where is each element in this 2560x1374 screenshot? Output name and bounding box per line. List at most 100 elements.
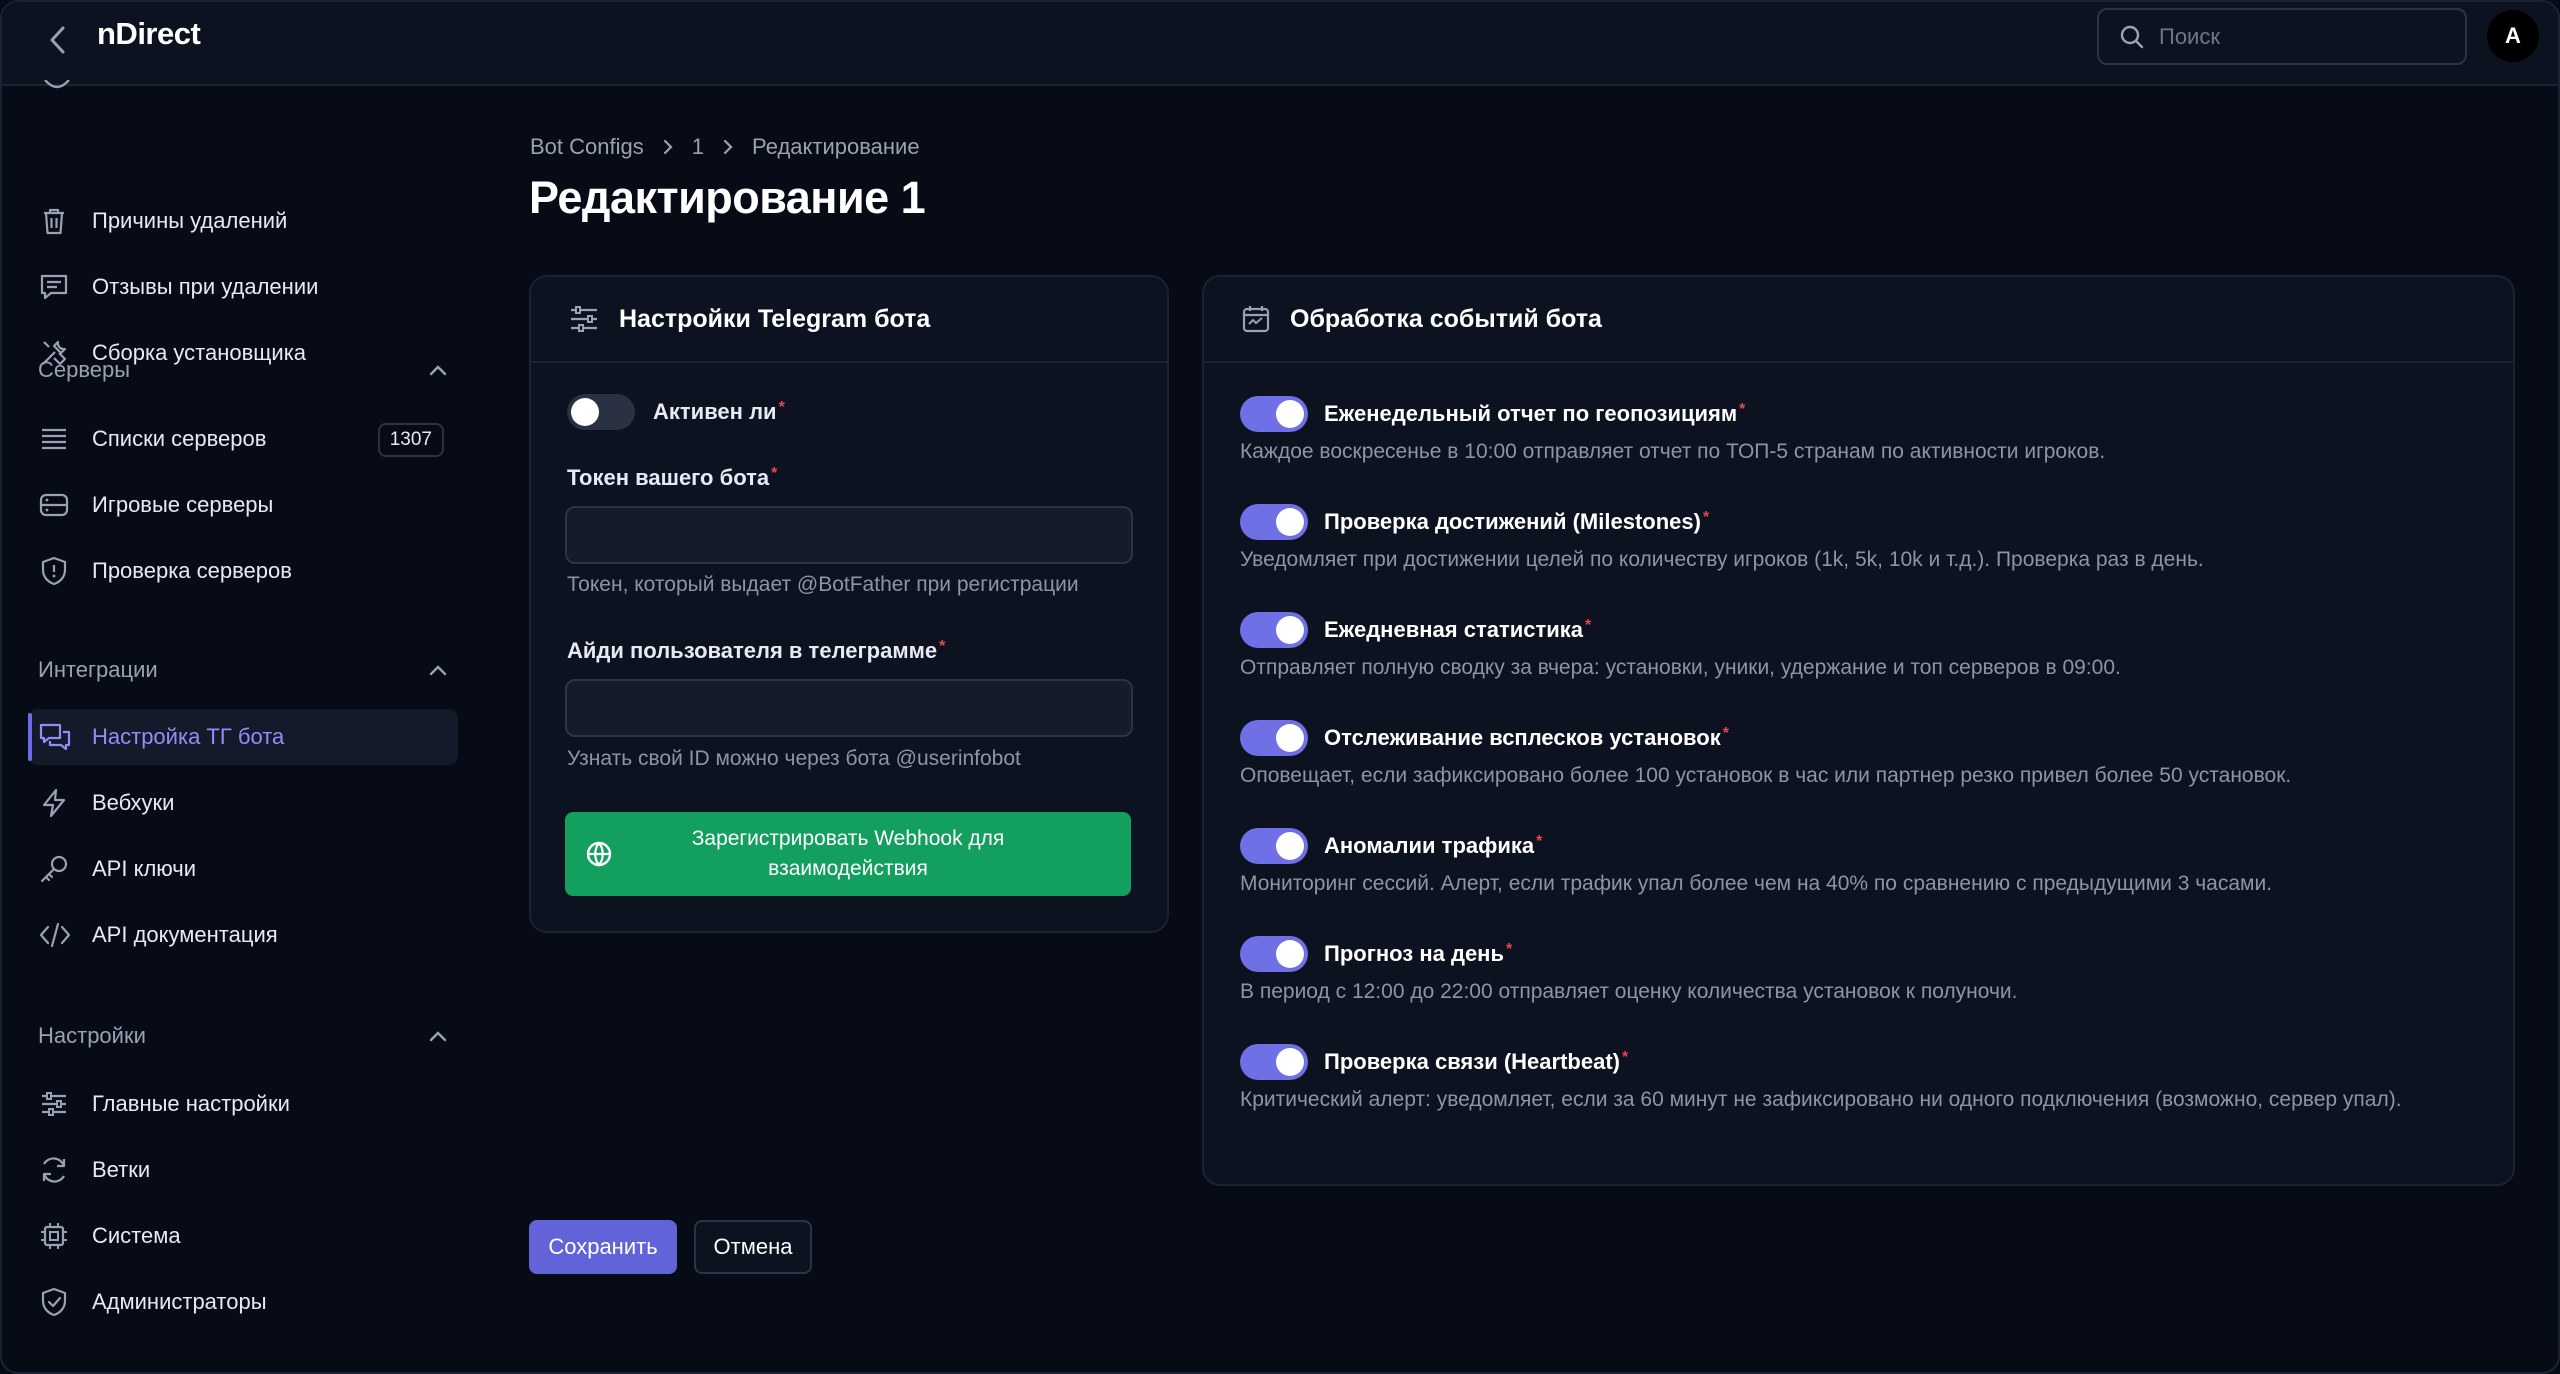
- event-title-text: Проверка достижений (Milestones): [1324, 509, 1701, 534]
- sidebar-item-system[interactable]: Система: [28, 1208, 458, 1264]
- sidebar-item-webhooks[interactable]: Вебхуки: [28, 775, 458, 831]
- sidebar-group-integrations[interactable]: Интеграции: [38, 650, 448, 690]
- sidebar-item-server-lists[interactable]: Списки серверов 1307: [28, 411, 458, 467]
- token-label-text: Токен вашего бота: [567, 465, 770, 490]
- key-icon: [28, 853, 82, 885]
- event-item-daily-forecast: Прогноз на день * В период с 12:00 до 22:…: [1240, 934, 2450, 1006]
- event-title: Аномалии трафика *: [1324, 833, 1542, 859]
- sidebar-item-admins[interactable]: Администраторы: [28, 1274, 458, 1330]
- toggle-knob: [1276, 400, 1304, 428]
- avatar[interactable]: A: [2487, 10, 2539, 62]
- chevron-right-icon: [722, 138, 734, 156]
- sidebar-item-api-docs[interactable]: API документация: [28, 907, 458, 963]
- user-id-label: Айди пользователя в телеграмме *: [567, 638, 945, 664]
- back-button[interactable]: [38, 20, 78, 60]
- required-mark: *: [1506, 941, 1513, 958]
- event-description: Каждое воскресенье в 10:00 отправляет от…: [1240, 440, 2106, 463]
- event-toggle[interactable]: [1240, 720, 1308, 756]
- sidebar-group-servers[interactable]: Серверы: [38, 350, 448, 390]
- card-header: Настройки Telegram бота: [531, 277, 1167, 363]
- event-toggle[interactable]: [1240, 396, 1308, 432]
- event-toggle[interactable]: [1240, 504, 1308, 540]
- token-hint: Токен, который выдает @BotFather при рег…: [567, 573, 1079, 596]
- sidebar-item-deletion-reasons[interactable]: Причины удалений: [28, 193, 458, 249]
- sidebar-item-label: Ветки: [92, 1157, 151, 1182]
- event-toggle[interactable]: [1240, 936, 1308, 972]
- search-box[interactable]: [2097, 8, 2467, 65]
- token-field[interactable]: [565, 506, 1133, 564]
- sidebar-group-label: Интеграции: [38, 657, 158, 682]
- sidebar-item-label: Причины удалений: [92, 208, 288, 233]
- required-mark: *: [939, 638, 946, 655]
- event-title: Прогноз на день *: [1324, 941, 1512, 967]
- search-icon: [2120, 25, 2144, 48]
- user-id-hint: Узнать свой ID можно через бота @userinf…: [567, 747, 1021, 770]
- sidebar-item-branches[interactable]: Ветки: [28, 1142, 458, 1198]
- code-icon: [28, 919, 82, 951]
- toggle-knob: [1276, 1048, 1304, 1076]
- event-toggle[interactable]: [1240, 828, 1308, 864]
- toggle-knob: [1276, 724, 1304, 752]
- sidebar-group-label: Настройки: [38, 1023, 146, 1048]
- sliders-icon: [28, 1088, 82, 1120]
- trash-icon: [28, 205, 82, 237]
- required-mark: *: [1739, 401, 1746, 418]
- event-item-heartbeat: Проверка связи (Heartbeat) * Критический …: [1240, 1042, 2450, 1114]
- sidebar-item-label: Списки серверов: [92, 426, 267, 451]
- breadcrumb-current: Редактирование: [751, 134, 920, 159]
- event-item-install-spikes: Отслеживание всплесков установок * Оповещ…: [1240, 718, 2450, 790]
- sidebar: Причины удалений Отзывы при удалении Сбо…: [2, 80, 472, 1372]
- event-title-text: Еженедельный отчет по геопозициям: [1324, 401, 1738, 426]
- chevron-up-icon: [429, 1031, 447, 1042]
- telegram-settings-card: Настройки Telegram бота Активен ли * Токе…: [529, 275, 1169, 933]
- search-input[interactable]: [2159, 23, 2439, 50]
- event-description: Критический алерт: уведомляет, если за 6…: [1240, 1088, 2402, 1111]
- required-mark: *: [1702, 509, 1710, 526]
- sidebar-item-server-check[interactable]: Проверка серверов: [28, 543, 458, 599]
- register-webhook-button[interactable]: Зарегистрировать Webhook для взаимодейст…: [565, 812, 1131, 896]
- toggle-knob: [1276, 616, 1304, 644]
- cpu-icon: [28, 1220, 82, 1252]
- sidebar-item-label: API документация: [92, 922, 278, 947]
- toggle-knob: [1276, 508, 1304, 536]
- event-title: Еженедельный отчет по геопозициям *: [1324, 401, 1745, 427]
- sidebar-item-label: Отзывы при удалении: [92, 274, 319, 299]
- event-title-text: Аномалии трафика: [1324, 833, 1535, 858]
- breadcrumb-link[interactable]: Bot Configs: [530, 134, 644, 160]
- list-icon: [28, 423, 82, 455]
- event-item-milestones: Проверка достижений (Milestones) * Уведом…: [1240, 502, 2450, 574]
- sidebar-item-label: Игровые серверы: [92, 492, 274, 517]
- sidebar-item-main-settings[interactable]: Главные настройки: [28, 1076, 458, 1132]
- count-badge: 1307: [377, 423, 444, 457]
- breadcrumb-link[interactable]: 1: [692, 134, 704, 160]
- active-row: Активен ли *: [567, 394, 785, 430]
- cancel-button[interactable]: Отмена: [694, 1220, 812, 1274]
- toggle-knob: [1276, 940, 1304, 968]
- sidebar-item-label: Вебхуки: [92, 790, 175, 815]
- chevron-up-icon: [429, 365, 447, 376]
- event-toggle[interactable]: [1240, 612, 1308, 648]
- active-label: Активен ли *: [653, 399, 785, 425]
- sidebar-item-deletion-feedback[interactable]: Отзывы при удалении: [28, 259, 458, 315]
- user-id-field[interactable]: [565, 679, 1133, 737]
- chevron-right-icon: [662, 138, 674, 156]
- event-title: Проверка достижений (Milestones) *: [1324, 509, 1709, 535]
- sidebar-item-label: Настройка ТГ бота: [92, 724, 285, 749]
- event-toggle[interactable]: [1240, 1044, 1308, 1080]
- event-title: Проверка связи (Heartbeat) *: [1324, 1049, 1628, 1075]
- sidebar-group-settings[interactable]: Настройки: [38, 1016, 448, 1056]
- token-input[interactable]: [567, 508, 1131, 562]
- bolt-icon: [28, 787, 82, 819]
- register-webhook-label: Зарегистрировать Webhook для взаимодейст…: [691, 827, 1005, 880]
- sidebar-item-game-servers[interactable]: Игровые серверы: [28, 477, 458, 533]
- event-description: Отправляет полную сводку за вчера: устан…: [1240, 656, 2121, 679]
- token-label: Токен вашего бота *: [567, 465, 777, 491]
- save-button[interactable]: Сохранить: [529, 1220, 677, 1274]
- sidebar-item-tg-bot-settings[interactable]: Настройка ТГ бота: [28, 709, 458, 765]
- sidebar-item-api-keys[interactable]: API ключи: [28, 841, 458, 897]
- sidebar-item-label: Система: [92, 1223, 181, 1248]
- sidebar-item-label: Проверка серверов: [92, 558, 292, 583]
- user-id-input[interactable]: [567, 681, 1131, 735]
- card-header: Обработка событий бота: [1204, 277, 2513, 363]
- active-toggle[interactable]: [567, 394, 635, 430]
